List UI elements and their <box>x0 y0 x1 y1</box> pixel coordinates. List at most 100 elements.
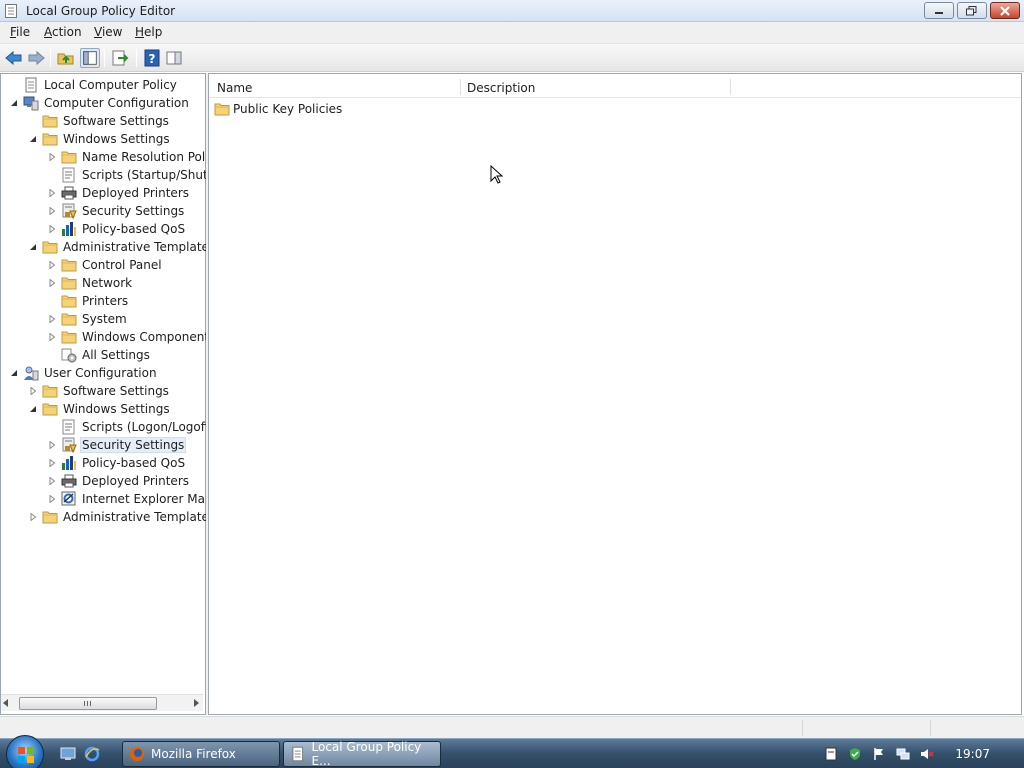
scroll-thumb[interactable] <box>19 697 157 710</box>
tree-collapsed-arrow-icon[interactable] <box>28 386 38 396</box>
firefox-icon <box>130 747 144 761</box>
up-folder-icon[interactable] <box>56 48 76 68</box>
tree-item[interactable]: Printers <box>47 292 130 310</box>
tree-horizontal-scrollbar[interactable] <box>1 694 203 711</box>
tree-collapsed-arrow-icon[interactable] <box>47 260 57 270</box>
tree-expanded-arrow-icon[interactable] <box>28 404 38 414</box>
tree-item[interactable]: Windows Settings <box>28 130 172 148</box>
tree-item-label: Deployed Printers <box>82 186 190 200</box>
tree-item[interactable]: System <box>47 310 129 328</box>
tree-item-label: Windows Settings <box>63 402 170 416</box>
tree-item-label: Local Computer Policy <box>44 78 177 92</box>
close-button[interactable] <box>990 2 1020 19</box>
show-desktop-icon[interactable] <box>60 746 76 762</box>
taskbar-gpedit-button[interactable]: Local Group Policy E... <box>283 740 441 768</box>
tree-item[interactable]: Windows Settings <box>28 400 172 418</box>
tree-item[interactable]: Control Panel <box>47 256 164 274</box>
tree-collapsed-arrow-icon[interactable] <box>47 314 57 324</box>
tree-item[interactable]: Deployed Printers <box>47 184 191 202</box>
menu-view[interactable]: View <box>94 25 122 39</box>
show-hide-console-tree-icon[interactable] <box>80 48 100 68</box>
folder-icon <box>42 403 58 416</box>
tree-expanded-arrow-icon[interactable] <box>9 368 19 378</box>
column-header-name[interactable]: Name <box>217 81 252 95</box>
tree-item[interactable]: Computer Configuration <box>9 94 191 112</box>
menu-help[interactable]: Help <box>135 25 162 39</box>
tree-item[interactable]: Windows Components <box>47 328 217 346</box>
qos-chart-icon <box>62 222 76 236</box>
folder-icon <box>42 115 58 128</box>
tree-item[interactable]: Name Resolution Polic <box>47 148 217 166</box>
restore-button[interactable] <box>957 2 987 19</box>
tree-collapsed-arrow-icon[interactable] <box>28 512 38 522</box>
tree-collapsed-arrow-icon[interactable] <box>47 188 57 198</box>
tree-expanded-arrow-icon[interactable] <box>9 98 19 108</box>
scroll-left-arrow-icon[interactable] <box>3 699 9 707</box>
svg-text:?: ? <box>149 52 156 66</box>
network-icon[interactable] <box>896 747 910 761</box>
tree-item[interactable]: Software Settings <box>28 112 171 130</box>
tree-item[interactable]: All Settings <box>47 346 152 364</box>
internet-explorer-icon[interactable] <box>84 746 100 762</box>
tree-item[interactable]: Scripts (Logon/Logoff) <box>47 418 216 436</box>
start-button[interactable] <box>6 735 44 768</box>
menu-file[interactable]: File <box>10 25 30 39</box>
close-icon <box>1000 6 1010 16</box>
details-pane: Name Description Public Key Policies <box>208 73 1022 715</box>
tree-item[interactable]: Administrative Templates <box>28 238 217 256</box>
tray-document-icon[interactable] <box>824 747 838 761</box>
folder-icon <box>61 295 77 308</box>
status-bar <box>0 716 1024 738</box>
tree-item[interactable]: Policy-based QoS <box>47 454 187 472</box>
tree-item[interactable]: Software Settings <box>28 382 171 400</box>
folder-icon <box>42 241 58 254</box>
tree-collapsed-arrow-icon[interactable] <box>47 476 57 486</box>
export-list-icon[interactable] <box>110 48 130 68</box>
tree-item[interactable]: Security Settings <box>47 436 187 454</box>
taskbar-clock[interactable]: 19:07 <box>955 747 990 761</box>
menu-action[interactable]: Action <box>44 25 82 39</box>
tree-item-label: Scripts (Startup/Shutdc <box>82 168 222 182</box>
tree-item[interactable]: Security Settings <box>47 202 186 220</box>
tree-collapsed-arrow-icon[interactable] <box>47 440 57 450</box>
tree-item-label: Deployed Printers <box>82 474 190 488</box>
folder-icon <box>42 133 58 146</box>
tree-item[interactable]: Policy-based QoS <box>47 220 187 238</box>
tree-collapsed-arrow-icon[interactable] <box>47 206 57 216</box>
tree-collapsed-arrow-icon[interactable] <box>47 278 57 288</box>
action-center-flag-icon[interactable] <box>872 747 886 761</box>
tree-item-label: Policy-based QoS <box>82 222 186 236</box>
tree-collapsed-arrow-icon[interactable] <box>47 152 57 162</box>
tree-expanded-arrow-icon[interactable] <box>28 242 38 252</box>
tree-item[interactable]: User Configuration <box>9 364 159 382</box>
tree-collapsed-arrow-icon[interactable] <box>47 494 57 504</box>
back-arrow-icon[interactable] <box>4 48 24 68</box>
tree-item[interactable]: Scripts (Startup/Shutdc <box>47 166 224 184</box>
tree-collapsed-arrow-icon[interactable] <box>47 332 57 342</box>
column-header-description[interactable]: Description <box>467 81 535 95</box>
tree-collapsed-arrow-icon[interactable] <box>47 458 57 468</box>
action-pane-icon[interactable] <box>164 48 184 68</box>
help-icon[interactable]: ? <box>142 48 162 68</box>
computer-icon <box>23 96 39 111</box>
tree-item[interactable]: Deployed Printers <box>47 472 191 490</box>
security-shield-check-icon[interactable] <box>848 747 862 761</box>
forward-arrow-icon[interactable] <box>26 48 46 68</box>
menu-bar: File Action View Help <box>0 22 1024 44</box>
list-item[interactable]: Public Key Policies <box>214 100 342 118</box>
taskbar-firefox-button[interactable]: Mozilla Firefox <box>122 741 280 767</box>
volume-muted-icon[interactable] <box>920 747 934 761</box>
console-tree[interactable]: Local Computer Policy Computer Configurat… <box>0 73 222 715</box>
tree-item-label: Windows Components <box>82 330 216 344</box>
folder-icon <box>61 259 77 272</box>
tree-item[interactable]: Administrative Templates <box>28 508 217 526</box>
tree-collapsed-arrow-icon[interactable] <box>47 224 57 234</box>
security-icon <box>62 203 77 219</box>
tree-expanded-arrow-icon[interactable] <box>28 134 38 144</box>
tree-item[interactable]: Internet Explorer Maint <box>47 490 223 508</box>
scroll-right-arrow-icon[interactable] <box>193 699 199 707</box>
ie-maintenance-icon <box>61 491 76 506</box>
minimize-button[interactable] <box>924 2 954 19</box>
tree-item[interactable]: Local Computer Policy <box>9 76 179 94</box>
tree-item[interactable]: Network <box>47 274 134 292</box>
